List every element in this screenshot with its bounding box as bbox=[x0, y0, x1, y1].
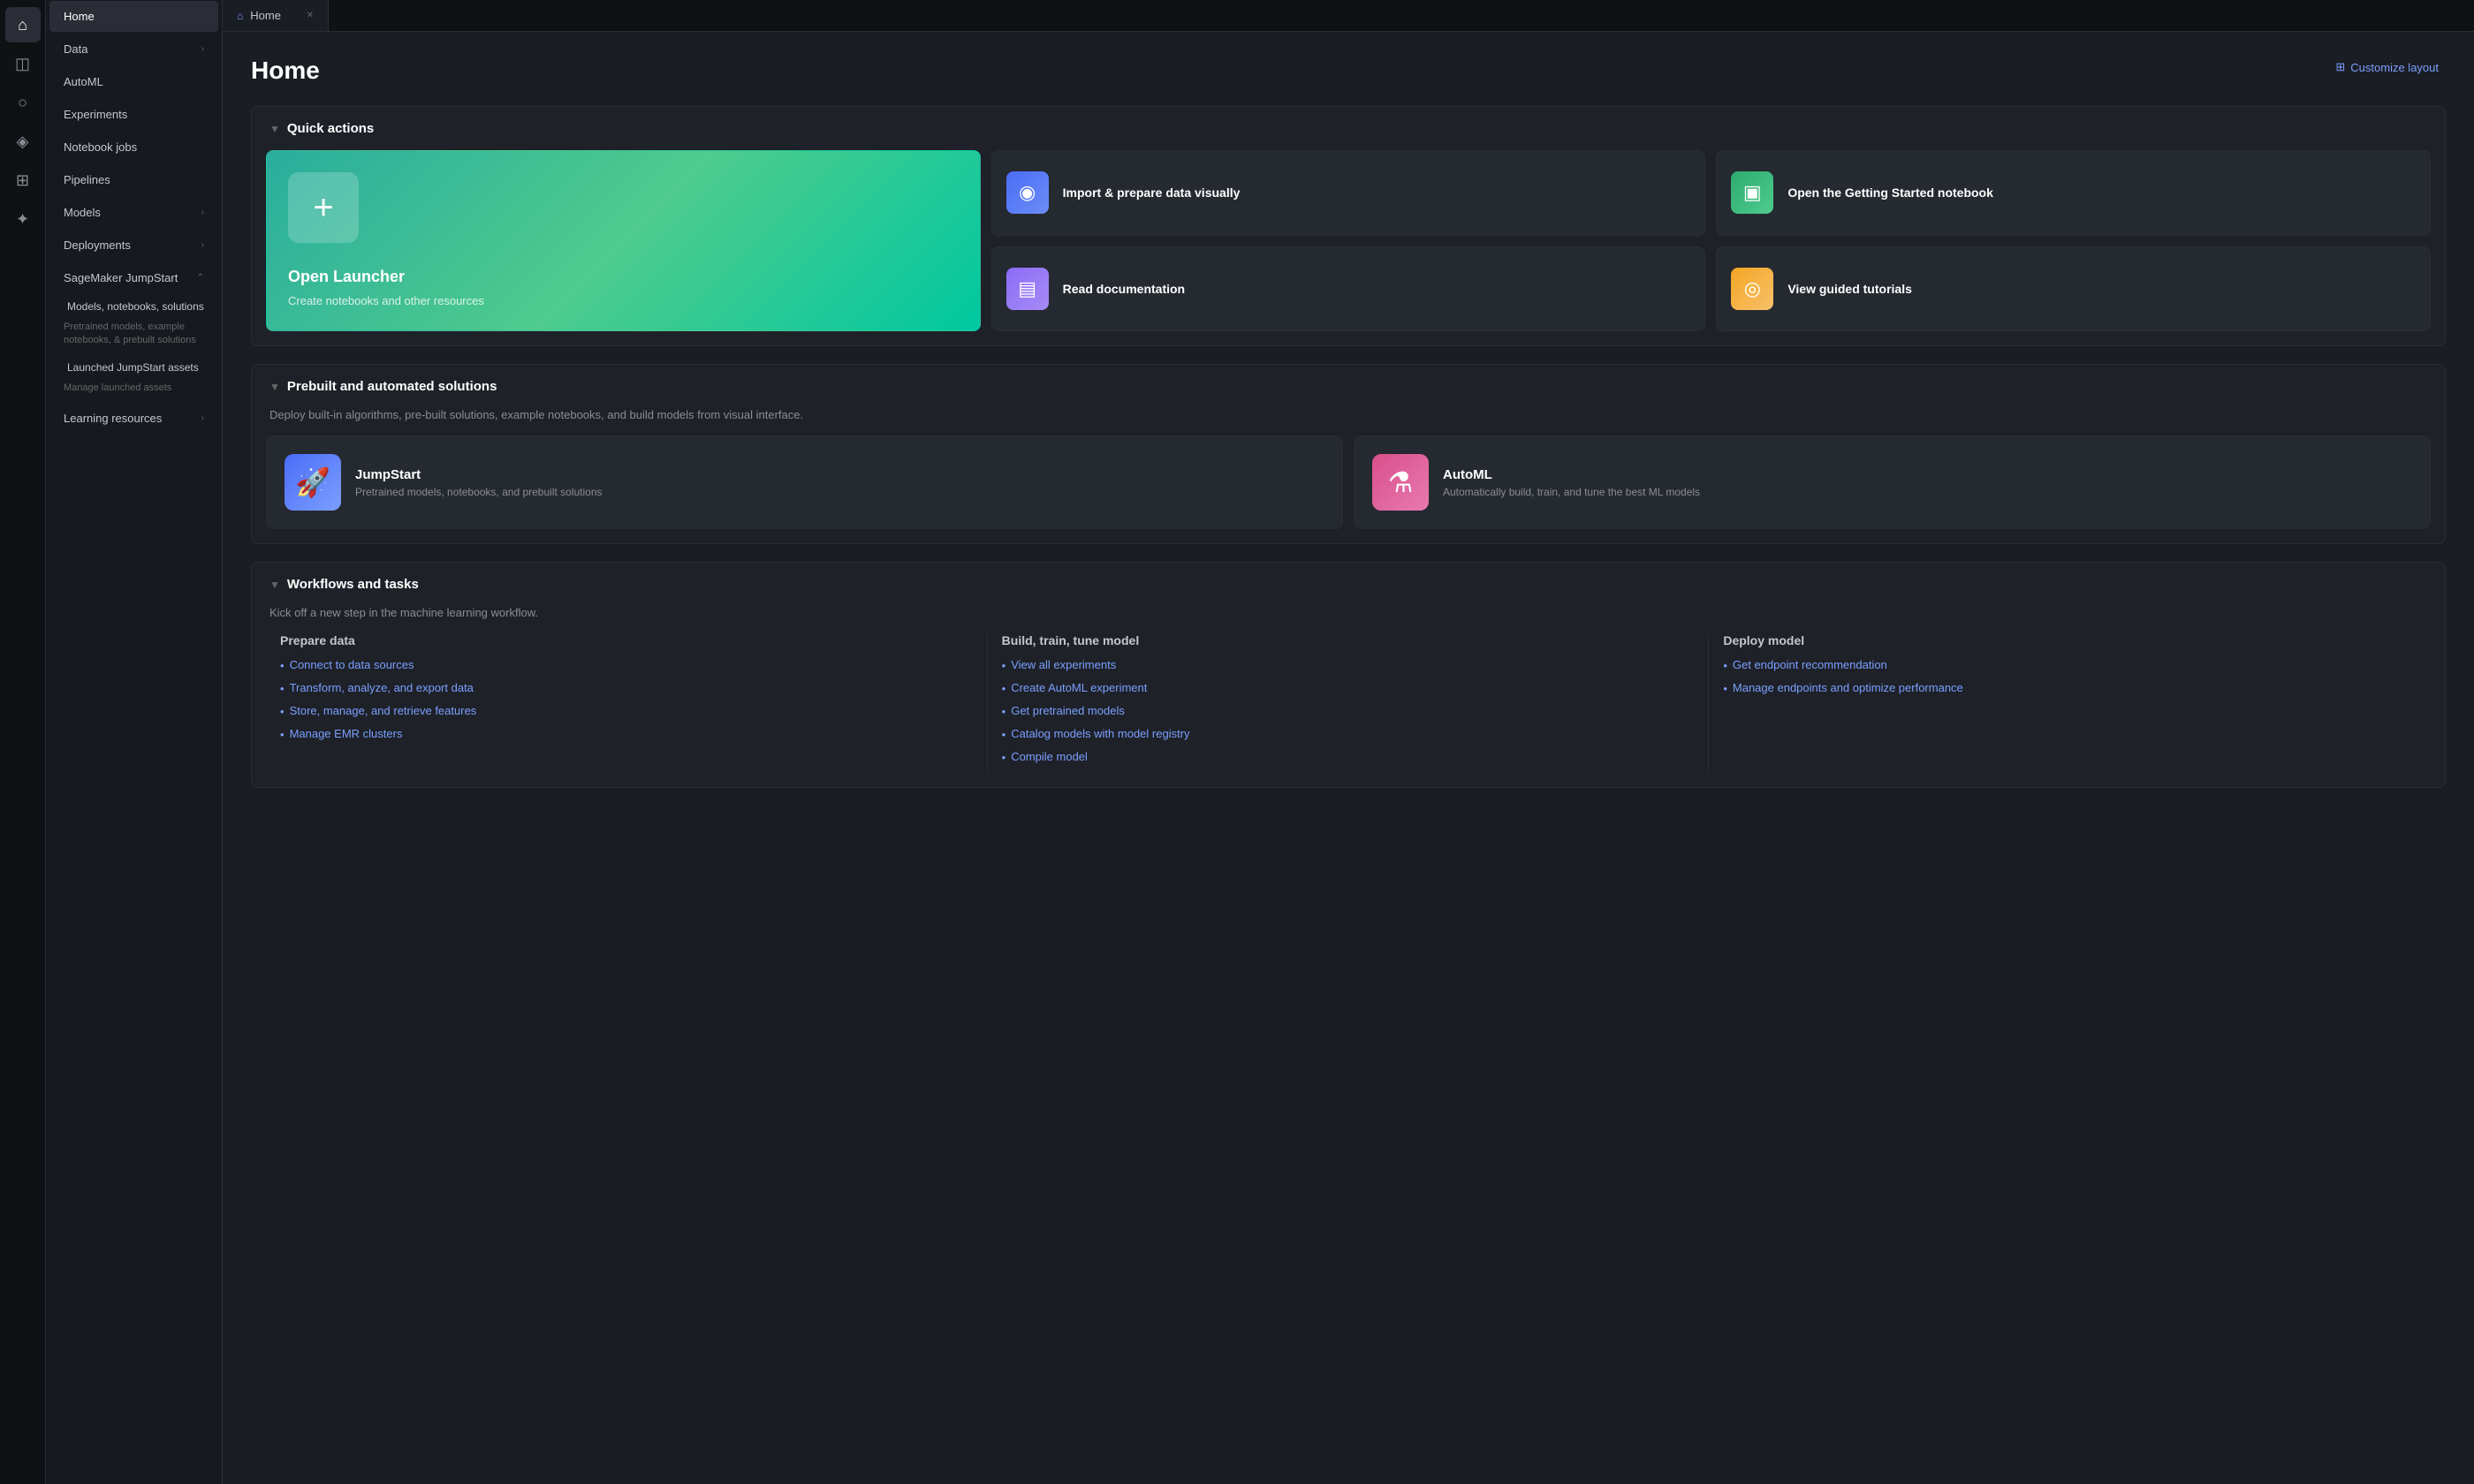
solutions-grid: 🚀 JumpStart Pretrained models, notebooks… bbox=[252, 435, 2445, 543]
jumpstart-card[interactable]: 🚀 JumpStart Pretrained models, notebooks… bbox=[266, 435, 1343, 529]
flask-icon: ⚗ bbox=[1388, 466, 1414, 499]
connect-data-sources-link[interactable]: Connect to data sources bbox=[280, 658, 973, 674]
nav-subitem-launched-assets[interactable]: Launched JumpStart assets bbox=[49, 356, 218, 379]
import-data-card[interactable]: ◉ Import & prepare data visually bbox=[991, 150, 1706, 236]
endpoint-recommendation-link[interactable]: Get endpoint recommendation bbox=[1723, 658, 2417, 674]
icon-sidebar-pipelines[interactable]: ⊞ bbox=[5, 163, 41, 198]
transform-analyze-link[interactable]: Transform, analyze, and export data bbox=[280, 681, 973, 697]
database-icon: ◉ bbox=[1019, 181, 1036, 204]
prepare-data-column: Prepare data Connect to data sources Tra… bbox=[266, 633, 988, 772]
automl-card[interactable]: ⚗ AutoML Automatically build, train, and… bbox=[1354, 435, 2431, 529]
compile-model-link[interactable]: Compile model bbox=[1002, 750, 1695, 766]
page-header: Home ⊞ Customize layout bbox=[251, 57, 2446, 85]
workflows-section: ▼ Workflows and tasks Kick off a new ste… bbox=[251, 562, 2446, 787]
import-data-icon-box: ◉ bbox=[1006, 171, 1049, 214]
read-docs-card[interactable]: ▤ Read documentation bbox=[991, 246, 1706, 332]
manage-emr-link[interactable]: Manage EMR clusters bbox=[280, 727, 973, 743]
icon-sidebar-plugin[interactable]: ✦ bbox=[5, 201, 41, 237]
store-manage-link[interactable]: Store, manage, and retrieve features bbox=[280, 704, 973, 720]
chevron-down-icon: ▼ bbox=[269, 381, 280, 393]
deploy-model-column: Deploy model Get endpoint recommendation… bbox=[1709, 633, 2431, 772]
create-automl-link[interactable]: Create AutoML experiment bbox=[1002, 681, 1695, 697]
nav-subitem-launched-description: Manage launched assets bbox=[46, 380, 222, 402]
docs-icon-box: ▤ bbox=[1006, 268, 1049, 310]
nav-item-pipelines[interactable]: Pipelines bbox=[49, 164, 218, 195]
tab-close-button[interactable]: ✕ bbox=[307, 11, 314, 20]
home-tab-icon: ⌂ bbox=[237, 10, 243, 22]
nav-item-home[interactable]: Home bbox=[49, 1, 218, 32]
quick-actions-header[interactable]: ▼ Quick actions bbox=[252, 107, 2445, 150]
nav-item-notebook-jobs[interactable]: Notebook jobs bbox=[49, 132, 218, 163]
chevron-down-icon: › bbox=[201, 44, 204, 54]
main-area: ⌂ Home ✕ Home ⊞ Customize layout ▼ Quick… bbox=[223, 0, 2474, 1484]
build-train-column: Build, train, tune model View all experi… bbox=[988, 633, 1710, 772]
customize-layout-icon: ⊞ bbox=[2335, 60, 2345, 74]
nav-item-learning[interactable]: Learning resources › bbox=[49, 403, 218, 434]
workflows-description: Kick off a new step in the machine learn… bbox=[252, 606, 2445, 633]
guided-tutorials-card[interactable]: ◎ View guided tutorials bbox=[1716, 246, 2431, 332]
nav-sidebar: Home Data › AutoML Experiments Notebook … bbox=[46, 0, 223, 1484]
open-launcher-card[interactable]: + Open Launcher Create notebooks and oth… bbox=[266, 150, 981, 331]
get-pretrained-link[interactable]: Get pretrained models bbox=[1002, 704, 1695, 720]
chevron-up-icon: ⌃ bbox=[197, 273, 204, 283]
view-experiments-link[interactable]: View all experiments bbox=[1002, 658, 1695, 674]
icon-sidebar-experiments[interactable]: ◈ bbox=[5, 124, 41, 159]
icon-sidebar-home[interactable]: ⌂ bbox=[5, 7, 41, 42]
nav-subitem-models-description: Pretrained models, example notebooks, & … bbox=[46, 319, 222, 355]
nav-item-data[interactable]: Data › bbox=[49, 34, 218, 64]
chevron-down-icon: › bbox=[201, 240, 204, 250]
prebuilt-solutions-section: ▼ Prebuilt and automated solutions Deplo… bbox=[251, 364, 2446, 544]
customize-layout-button[interactable]: ⊞ Customize layout bbox=[2328, 57, 2446, 78]
icon-sidebar-data[interactable]: ◫ bbox=[5, 46, 41, 81]
chevron-down-icon: › bbox=[201, 208, 204, 217]
chevron-down-icon: ▼ bbox=[269, 579, 280, 591]
prebuilt-description: Deploy built-in algorithms, pre-built so… bbox=[252, 408, 2445, 435]
nav-item-models[interactable]: Models › bbox=[49, 197, 218, 228]
chevron-down-icon: › bbox=[201, 413, 204, 423]
nav-item-deployments[interactable]: Deployments › bbox=[49, 230, 218, 261]
icon-sidebar: ⌂ ◫ ○ ◈ ⊞ ✦ bbox=[0, 0, 46, 1484]
page-title: Home bbox=[251, 57, 320, 85]
nav-item-automl[interactable]: AutoML bbox=[49, 66, 218, 97]
icon-sidebar-automl[interactable]: ○ bbox=[5, 85, 41, 120]
content-area: Home ⊞ Customize layout ▼ Quick actions … bbox=[223, 32, 2474, 1484]
graduation-icon: ◎ bbox=[1744, 277, 1761, 300]
tutorials-icon-box: ◎ bbox=[1731, 268, 1773, 310]
plus-icon: + bbox=[313, 188, 333, 228]
nav-item-jumpstart[interactable]: SageMaker JumpStart ⌃ bbox=[49, 262, 218, 293]
open-launcher-icon-box: + bbox=[288, 172, 359, 243]
tab-home[interactable]: ⌂ Home ✕ bbox=[223, 0, 329, 31]
chevron-down-icon: ▼ bbox=[269, 123, 280, 135]
tab-bar: ⌂ Home ✕ bbox=[223, 0, 2474, 32]
automl-icon-box: ⚗ bbox=[1372, 454, 1429, 511]
jumpstart-icon-box: 🚀 bbox=[285, 454, 341, 511]
workflows-grid: Prepare data Connect to data sources Tra… bbox=[252, 633, 2445, 786]
workflows-header[interactable]: ▼ Workflows and tasks bbox=[252, 563, 2445, 606]
quick-actions-section: ▼ Quick actions + Open Launcher Create n… bbox=[251, 106, 2446, 346]
book-icon: ▤ bbox=[1018, 277, 1036, 300]
quick-actions-grid: + Open Launcher Create notebooks and oth… bbox=[252, 150, 2445, 345]
getting-started-icon-box: ▣ bbox=[1731, 171, 1773, 214]
getting-started-card[interactable]: ▣ Open the Getting Started notebook bbox=[1716, 150, 2431, 236]
rocket-icon: 🚀 bbox=[295, 466, 330, 499]
prebuilt-solutions-header[interactable]: ▼ Prebuilt and automated solutions bbox=[252, 365, 2445, 408]
manage-endpoints-link[interactable]: Manage endpoints and optimize performanc… bbox=[1723, 681, 2417, 697]
catalog-models-link[interactable]: Catalog models with model registry bbox=[1002, 727, 1695, 743]
nav-item-experiments[interactable]: Experiments bbox=[49, 99, 218, 130]
nav-subitem-models-notebooks[interactable]: Models, notebooks, solutions bbox=[49, 295, 218, 318]
notebook-icon: ▣ bbox=[1743, 181, 1762, 204]
